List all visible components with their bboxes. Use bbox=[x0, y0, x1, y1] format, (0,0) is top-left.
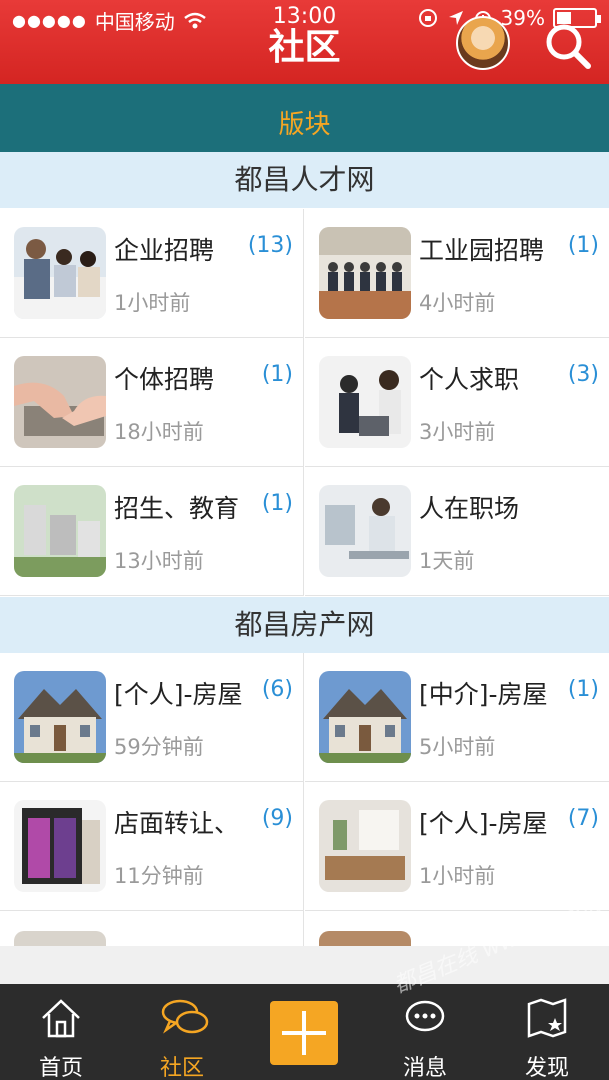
forum-item-time: 3小时前 bbox=[419, 420, 496, 444]
section-tab-bar: 版块 bbox=[0, 84, 609, 152]
enterprise-jobs-thumbnail bbox=[14, 227, 106, 319]
forum-item-title: 店面转让、 bbox=[114, 809, 240, 838]
workplace-thumbnail bbox=[319, 485, 411, 577]
forum-item-title: [中介]-房屋 bbox=[419, 680, 548, 709]
tab-messages[interactable]: 消息 bbox=[370, 984, 480, 1080]
forum-item-count: (1) bbox=[567, 677, 599, 702]
forum-item-time: 18小时前 bbox=[114, 420, 204, 444]
forum-item-partial[interactable] bbox=[0, 911, 304, 947]
home-icon bbox=[42, 999, 80, 1038]
forum-item-individual-jobs[interactable]: 个体招聘 (1) 18小时前 bbox=[0, 338, 304, 467]
forum-item-title: [个人]-房屋 bbox=[419, 809, 548, 838]
forum-item-title: 个体招聘 bbox=[114, 365, 215, 394]
bottom-tab-bar: 首页 社区 消息 发现 bbox=[0, 984, 609, 1080]
tab-community[interactable]: 社区 bbox=[127, 984, 237, 1080]
forum-item-personal-housing-2[interactable]: [个人]-房屋 (7) 1小时前 bbox=[305, 782, 609, 911]
partial-thumbnail bbox=[319, 931, 411, 946]
forum-item-time: 4小时前 bbox=[419, 291, 496, 315]
education-thumbnail bbox=[14, 485, 106, 577]
message-icon bbox=[405, 1000, 445, 1032]
forum-item-job-seeking[interactable]: 个人求职 (3) 3小时前 bbox=[305, 338, 609, 467]
group-header-realestate: 都昌房产网 bbox=[0, 597, 609, 653]
house-thumbnail bbox=[14, 671, 106, 763]
forum-item-time: 13小时前 bbox=[114, 549, 204, 573]
forum-item-title: 人在职场 bbox=[419, 494, 520, 523]
forum-item-count: (6) bbox=[261, 677, 293, 702]
forum-item-title: [个人]-房屋 bbox=[114, 680, 243, 709]
tab-home[interactable]: 首页 bbox=[6, 984, 116, 1080]
forum-item-count: (1) bbox=[261, 362, 293, 387]
forum-item-count: (1) bbox=[261, 491, 293, 516]
forum-item-workplace[interactable]: 人在职场 1天前 bbox=[305, 467, 609, 596]
interior-thumbnail bbox=[319, 800, 411, 892]
tab-sections[interactable]: 版块 bbox=[0, 104, 609, 141]
industrial-park-jobs-thumbnail bbox=[319, 227, 411, 319]
forum-item-count: (3) bbox=[567, 362, 599, 387]
partial-thumbnail bbox=[14, 931, 106, 946]
forum-item-enterprise-jobs[interactable]: 企业招聘 (13) 1小时前 bbox=[0, 209, 304, 338]
forum-item-industrial-park-jobs[interactable]: 工业园招聘 (1) 4小时前 bbox=[305, 209, 609, 338]
map-icon bbox=[527, 998, 567, 1038]
forum-item-title: 企业招聘 bbox=[114, 236, 215, 265]
user-avatar[interactable] bbox=[456, 16, 510, 70]
forum-item-shop-transfer[interactable]: 店面转让、 (9) 11分钟前 bbox=[0, 782, 304, 911]
forum-item-time: 1小时前 bbox=[419, 864, 496, 888]
house-thumbnail bbox=[319, 671, 411, 763]
forum-item-time: 1小时前 bbox=[114, 291, 191, 315]
search-icon[interactable] bbox=[540, 18, 594, 72]
forum-item-count: (9) bbox=[261, 806, 293, 831]
tab-community-label: 社区 bbox=[159, 1056, 204, 1080]
add-post-button[interactable] bbox=[270, 1001, 338, 1065]
group-header-talent: 都昌人才网 bbox=[0, 152, 609, 208]
forum-item-time: 59分钟前 bbox=[114, 735, 204, 759]
tab-home-label: 首页 bbox=[38, 1056, 83, 1080]
page-title: 社区 bbox=[268, 27, 341, 68]
forum-item-personal-housing[interactable]: [个人]-房屋 (6) 59分钟前 bbox=[0, 653, 304, 782]
job-seeking-thumbnail bbox=[319, 356, 411, 448]
tab-messages-label: 消息 bbox=[402, 1056, 447, 1080]
tab-discover[interactable]: 发现 bbox=[492, 984, 602, 1080]
forum-item-time: 11分钟前 bbox=[114, 864, 204, 888]
individual-jobs-thumbnail bbox=[14, 356, 106, 448]
forum-item-title: 个人求职 bbox=[419, 365, 520, 394]
storefront-thumbnail bbox=[14, 800, 106, 892]
chat-bubbles-icon bbox=[161, 999, 209, 1034]
forum-item-agency-housing[interactable]: [中介]-房屋 (1) 5小时前 bbox=[305, 653, 609, 782]
forum-item-count: (1) bbox=[567, 233, 599, 258]
forum-item-education[interactable]: 招生、教育 (1) 13小时前 bbox=[0, 467, 304, 596]
forum-item-title: 招生、教育 bbox=[114, 494, 240, 523]
forum-item-title: 工业园招聘 bbox=[419, 236, 545, 265]
forum-item-count: (7) bbox=[567, 806, 599, 831]
forum-item-time: 5小时前 bbox=[419, 735, 496, 759]
app-header: ●●●●● 中国移动 13:00 39% 社区 bbox=[0, 0, 609, 84]
forum-item-count: (13) bbox=[247, 233, 293, 258]
tab-discover-label: 发现 bbox=[524, 1056, 569, 1080]
forum-item-time: 1天前 bbox=[419, 549, 475, 573]
